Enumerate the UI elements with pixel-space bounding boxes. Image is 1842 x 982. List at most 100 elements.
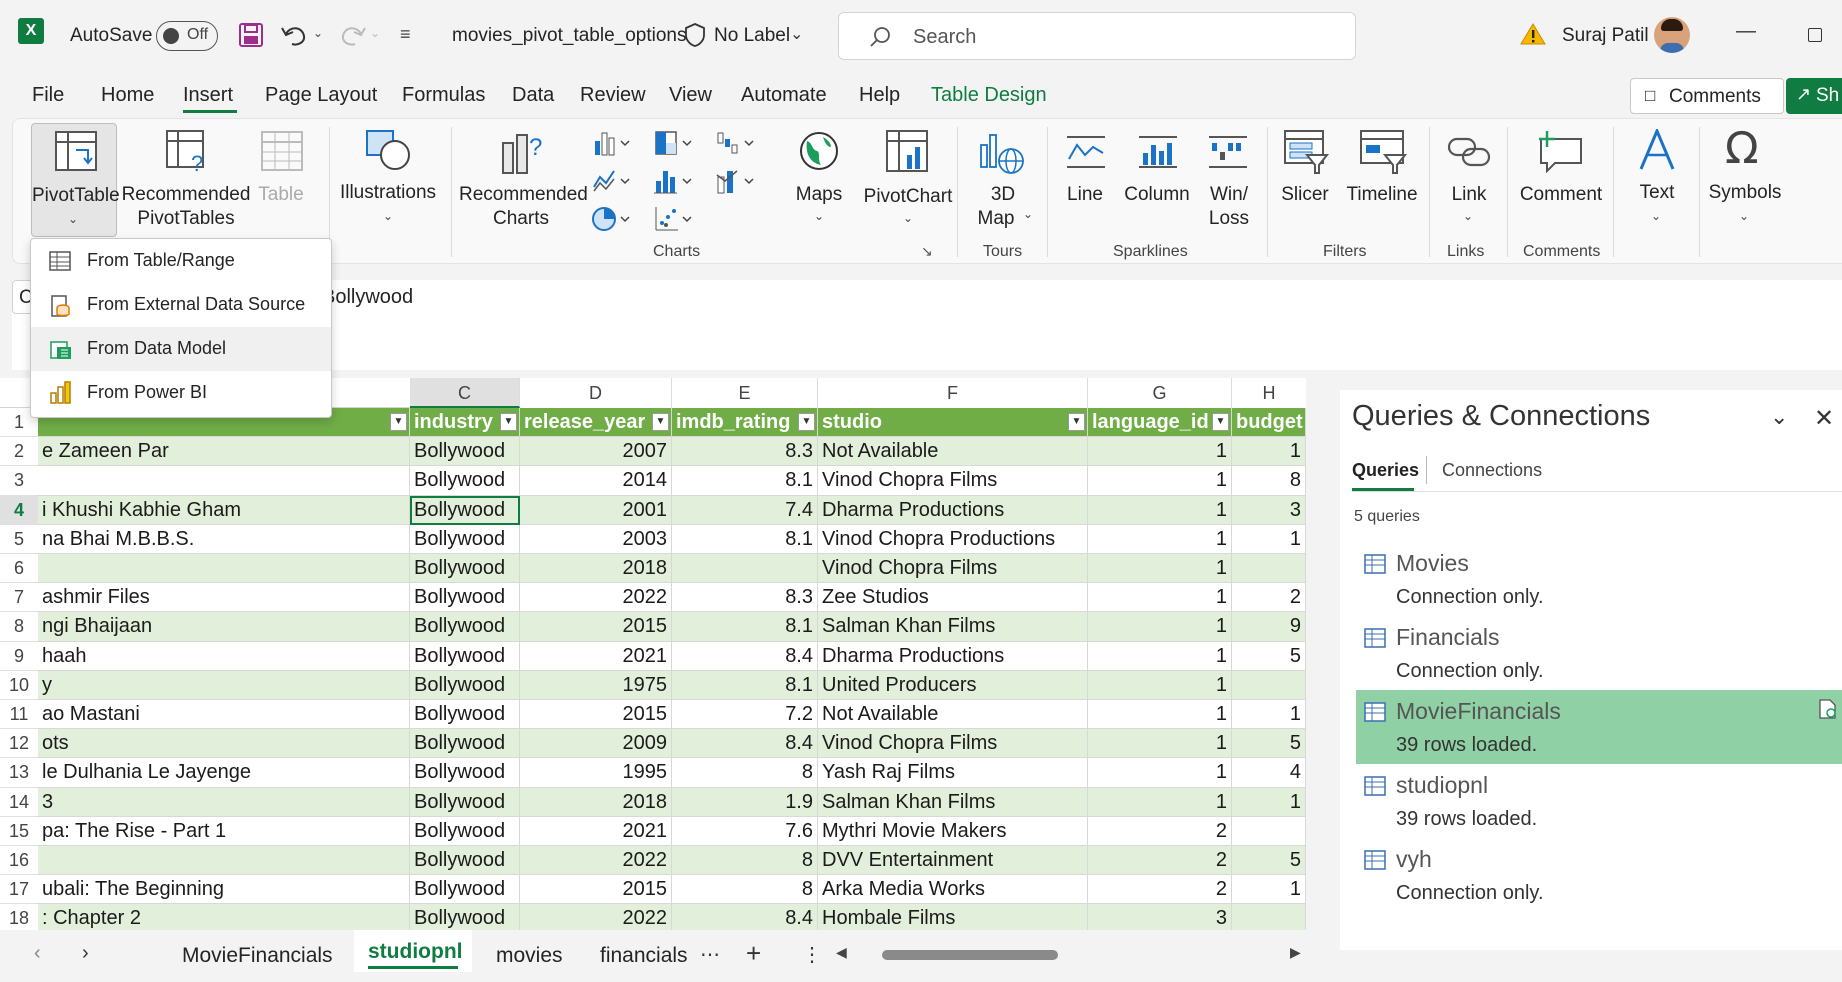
row-header[interactable]: 17 [0,875,38,905]
comments-button[interactable]: □ Comments [1630,78,1784,114]
row-header[interactable]: 15 [0,817,38,846]
3d-map-button[interactable]: 3D Map ⌄ [963,123,1043,237]
table-cell[interactable] [38,466,410,496]
column-header-e[interactable]: E [672,378,818,408]
row-header[interactable]: 12 [0,729,38,759]
table-cell[interactable]: 3 [1232,495,1306,525]
table-cell[interactable]: 2021 [520,641,672,671]
row-header[interactable]: 6 [0,554,38,584]
row-header[interactable]: 9 [0,642,38,671]
table-cell[interactable]: Bollywood [410,524,520,554]
table-cell[interactable]: 5 [1232,641,1306,671]
save-icon[interactable] [238,22,264,48]
worksheet-grid[interactable]: C D E F G H 1 ▼ ▼ industry ▼ release_year ▼ imd… [0,378,1306,930]
menu-item-from-table-range[interactable]: From Table/Range [31,239,331,283]
row-header[interactable]: 3 [0,466,38,496]
table-cell[interactable] [38,846,410,876]
scatter-chart-icon[interactable] [653,205,693,233]
table-cell[interactable]: 8.4 [672,641,818,671]
table-cell[interactable]: 2015 [520,875,672,905]
column-chart-icon[interactable] [591,129,631,157]
table-cell[interactable]: Bollywood [410,787,520,817]
restore-icon[interactable] [1808,28,1822,42]
row-header[interactable]: 7 [0,583,38,613]
table-cell[interactable]: Vinod Chopra Productions [818,524,1088,554]
table-cell[interactable]: 5 [1232,846,1306,876]
row-header[interactable]: 16 [0,846,38,876]
table-cell[interactable]: y [38,670,410,700]
table-cell[interactable]: 1.9 [672,787,818,817]
table-cell[interactable]: haah [38,641,410,671]
illustrations-button[interactable]: Illustrations ⌄ [335,123,441,237]
header-cell[interactable]: imdb_rating [672,408,818,438]
table-cell[interactable]: 3 [1088,904,1232,930]
header-cell[interactable]: studio [818,408,1088,438]
table-cell[interactable] [672,554,818,584]
sensitivity-chevron-icon[interactable]: ⌄ [790,24,803,44]
table-cell[interactable]: 8.3 [672,437,818,467]
search-box[interactable]: Search [838,12,1356,60]
sheet-tab-movies[interactable]: movies [496,944,563,968]
minimize-icon[interactable]: — [1736,20,1756,43]
table-cell[interactable] [1232,554,1306,584]
line-chart-icon[interactable] [591,167,631,195]
tab-review[interactable]: Review [580,84,646,107]
table-cell[interactable]: 2003 [520,524,672,554]
table-cell[interactable]: 2015 [520,700,672,730]
table-cell[interactable]: Arka Media Works [818,875,1088,905]
hscroll-right-icon[interactable]: ▶ [1290,944,1301,961]
table-cell[interactable]: Bollywood [410,729,520,759]
add-sheet-icon[interactable]: + [746,938,761,969]
text-button[interactable]: Text ⌄ [1619,123,1695,237]
table-cell[interactable] [1232,904,1306,930]
table-cell[interactable]: Bollywood [410,758,520,788]
table-cell[interactable]: 1 [1232,787,1306,817]
table-cell[interactable]: 1 [1232,875,1306,905]
undo-chevron-icon[interactable]: ⌄ [313,26,323,40]
table-cell[interactable]: Salman Khan Films [818,612,1088,642]
table-cell[interactable]: 7.2 [672,700,818,730]
column-header-g[interactable]: G [1088,378,1232,408]
avatar[interactable] [1654,17,1690,53]
column-header-f[interactable]: F [818,378,1088,408]
table-cell[interactable]: DVV Entertainment [818,846,1088,876]
tab-queries[interactable]: Queries [1352,460,1419,481]
sensitivity-label[interactable]: No Label [714,25,790,47]
table-cell[interactable]: Bollywood [410,816,520,846]
tab-connections[interactable]: Connections [1442,460,1542,481]
share-button[interactable]: ↗ Sh [1786,78,1842,114]
table-cell[interactable]: Not Available [818,700,1088,730]
row-header[interactable]: 13 [0,758,38,788]
table-cell[interactable]: 2022 [520,583,672,613]
sparkline-winloss-button[interactable]: Win/ Loss [1197,123,1261,237]
pie-chart-icon[interactable] [591,205,631,233]
table-cell[interactable]: 2 [1088,875,1232,905]
table-cell[interactable]: 2001 [520,495,672,525]
tab-help[interactable]: Help [859,84,900,107]
query-refresh-icon[interactable] [1818,698,1838,720]
sparkline-column-button[interactable]: Column [1121,123,1193,237]
table-cell[interactable]: 8 [672,846,818,876]
table-cell[interactable]: 1 [1088,729,1232,759]
column-header-d[interactable]: D [520,378,672,408]
table-cell[interactable]: 1 [1088,437,1232,467]
pivottable-button[interactable]: PivotTable ⌄ [31,123,120,237]
pane-close-icon[interactable]: ✕ [1814,404,1834,433]
table-cell[interactable]: 2007 [520,437,672,467]
waterfall-chart-icon[interactable] [715,129,755,157]
table-cell[interactable]: e Zameen Par [38,437,410,467]
link-button[interactable]: Link ⌄ [1435,123,1503,237]
table-cell[interactable]: 1995 [520,758,672,788]
pivotchart-button[interactable]: PivotChart ⌄ [859,123,957,237]
table-cell[interactable]: 7.6 [672,816,818,846]
header-cell[interactable]: language_id [1088,408,1232,438]
table-cell[interactable]: 3 [38,787,410,817]
tab-table-design[interactable]: Table Design [931,84,1047,107]
row-header[interactable]: 14 [0,788,38,817]
table-cell[interactable]: 1 [1232,700,1306,730]
table-cell[interactable]: Vinod Chopra Films [818,466,1088,496]
table-cell[interactable]: 1 [1088,466,1232,496]
table-cell[interactable]: 8.4 [672,904,818,930]
more-sheets-icon[interactable]: ⋯ [700,942,720,967]
tab-insert[interactable]: Insert [183,84,233,107]
